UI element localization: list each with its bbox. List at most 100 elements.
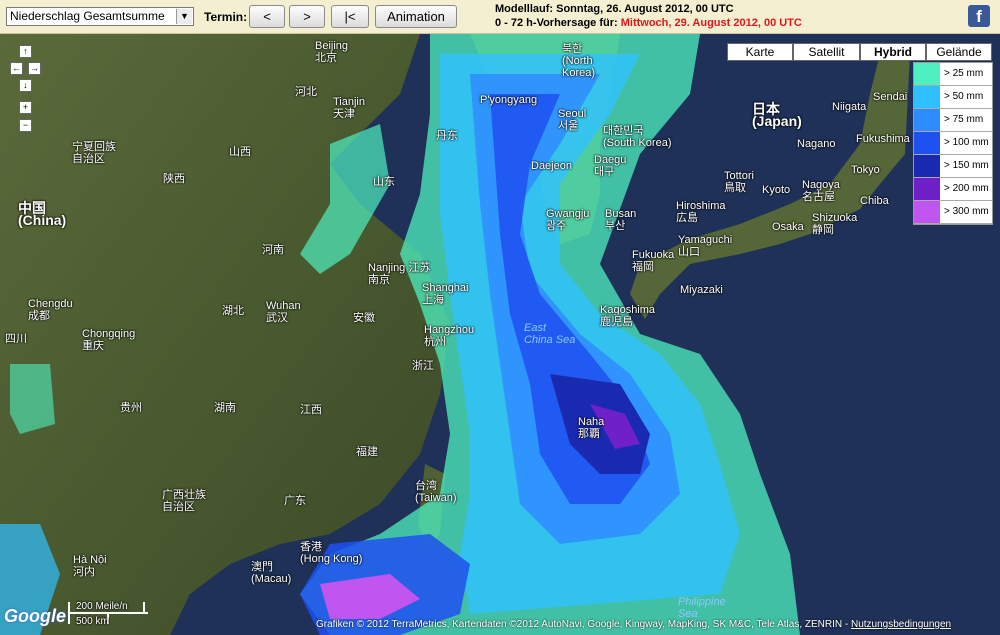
label-north-korea: 북한 (North Korea) bbox=[562, 43, 596, 79]
legend-swatch bbox=[914, 86, 940, 108]
legend-label: > 100 mm bbox=[944, 137, 989, 148]
map-type-gelande[interactable]: Gelände bbox=[926, 43, 992, 61]
label-nagano: Nagano bbox=[797, 138, 836, 150]
terms-link[interactable]: Nutzungsbedingungen bbox=[851, 619, 951, 630]
scale-miles: 200 Meile/n bbox=[76, 601, 128, 612]
label-fukushima: Fukushima bbox=[856, 133, 910, 145]
legend-label: > 25 mm bbox=[944, 68, 984, 79]
legend-row: > 200 mm bbox=[914, 178, 992, 201]
label-south-korea: 대한민국 (South Korea) bbox=[603, 125, 672, 149]
label-philippine-sea: Philippine Sea bbox=[678, 596, 726, 620]
legend-row: > 100 mm bbox=[914, 132, 992, 155]
label-shizuoka: Shizuoka 静岡 bbox=[812, 212, 858, 236]
legend-row: > 150 mm bbox=[914, 155, 992, 178]
label-chongqing: Chongqing 重庆 bbox=[82, 328, 136, 352]
legend-swatch bbox=[914, 178, 940, 200]
label-daejeon: Daejeon bbox=[531, 160, 572, 172]
legend-swatch bbox=[914, 63, 940, 85]
label-hubei: 湖北 bbox=[222, 305, 244, 317]
product-select[interactable]: Niederschlag Gesamtsumme ▼ bbox=[6, 7, 194, 26]
top-toolbar: Niederschlag Gesamtsumme ▼ Termin: < > |… bbox=[0, 0, 1000, 34]
previous-button[interactable]: < bbox=[249, 5, 285, 28]
next-button[interactable]: > bbox=[289, 5, 325, 28]
copyright-text: Grafiken © 2012 TerraMetrics, Kartendate… bbox=[316, 619, 951, 630]
label-miyazaki: Miyazaki bbox=[680, 284, 723, 296]
label-tottori: Tottori 鳥取 bbox=[724, 170, 754, 194]
forecast-text: 0 - 72 h-Vorhersage für: Mittwoch, 29. A… bbox=[495, 17, 802, 29]
scale-km: 500 km bbox=[76, 616, 109, 627]
label-japan: 日本 (Japan) bbox=[752, 101, 802, 129]
label-tokyo: Tokyo bbox=[851, 164, 880, 176]
forecast-prefix: 0 - 72 h-Vorhersage für: bbox=[495, 17, 621, 29]
zoom-out-button[interactable]: − bbox=[19, 119, 32, 132]
map-type-hybrid[interactable]: Hybrid bbox=[860, 43, 926, 61]
copyright-label: Grafiken © 2012 TerraMetrics, Kartendate… bbox=[316, 619, 851, 630]
label-chengdu: Chengdu 成都 bbox=[28, 298, 73, 322]
label-sendai: Sendai bbox=[873, 91, 908, 103]
label-hebei: 河北 bbox=[295, 86, 317, 98]
label-hongkong: 香港 (Hong Kong) bbox=[300, 541, 363, 565]
zoom-in-button[interactable]: + bbox=[19, 101, 32, 114]
legend-label: > 200 mm bbox=[944, 183, 989, 194]
pan-right-button[interactable]: → bbox=[28, 62, 41, 75]
label-seoul: Seoul 서울 bbox=[558, 108, 587, 132]
map-background bbox=[0, 34, 1000, 635]
legend-swatch bbox=[914, 155, 940, 177]
precip-left bbox=[10, 364, 55, 434]
label-jiangxi: 江西 bbox=[300, 404, 322, 416]
legend-label: > 150 mm bbox=[944, 160, 989, 171]
label-hunan: 湖南 bbox=[214, 402, 236, 414]
pan-left-button[interactable]: ← bbox=[10, 62, 23, 75]
pan-down-button[interactable]: ↓ bbox=[19, 79, 32, 92]
legend-row: > 25 mm bbox=[914, 63, 992, 86]
first-button[interactable]: |< bbox=[331, 5, 369, 28]
label-ningxia: 宁夏回族 自治区 bbox=[72, 141, 116, 165]
legend-swatch bbox=[914, 109, 940, 131]
model-run-text: Modelllauf: Sonntag, 26. August 2012, 00… bbox=[495, 3, 734, 15]
chevron-down-icon[interactable]: ▼ bbox=[176, 9, 192, 24]
label-kyoto: Kyoto bbox=[762, 184, 791, 196]
label-china: 中国 (China) bbox=[18, 200, 67, 228]
label-naha: Naha 那覇 bbox=[578, 416, 605, 440]
legend-swatch bbox=[914, 201, 940, 223]
label-hangzhou: Hangzhou 杭州 bbox=[424, 324, 475, 348]
label-zhejiang: 浙江 bbox=[412, 360, 434, 372]
label-shanghai: Shanghai 上海 bbox=[422, 282, 469, 306]
google-logo-text: Google bbox=[4, 606, 66, 626]
facebook-icon[interactable]: f bbox=[968, 5, 990, 27]
label-daegu: Daegu 대구 bbox=[594, 154, 627, 178]
label-nanjing: Nanjing 江苏 南京 bbox=[368, 262, 431, 286]
label-tianjin: Tianjin 天津 bbox=[333, 96, 365, 120]
label-shandong: 山东 bbox=[373, 176, 395, 188]
label-anhui: 安徽 bbox=[353, 312, 375, 324]
label-beijing: Beijing 北京 bbox=[315, 40, 349, 64]
label-guangxi: 广西壮族 自治区 bbox=[162, 489, 206, 513]
label-kagoshima: Kagoshima 鹿児島 bbox=[600, 304, 656, 328]
label-pyongyang: P'yongyang bbox=[480, 94, 538, 106]
map-area[interactable]: Beijing 北京 Tianjin 天津 河北 宁夏回族 自治区 山西 陕西 中国(… bbox=[0, 34, 1000, 635]
animation-button[interactable]: Animation bbox=[375, 5, 457, 28]
label-sichuan: 四川 bbox=[5, 333, 27, 345]
legend-label: > 50 mm bbox=[944, 91, 984, 102]
label-hanoi: Hà Nội 河内 bbox=[73, 554, 107, 578]
label-guangdong: 广东 bbox=[284, 495, 306, 507]
map-type-karte[interactable]: Karte bbox=[727, 43, 793, 61]
label-niigata: Niigata bbox=[832, 101, 867, 113]
label-shanxi: 山西 bbox=[229, 146, 251, 158]
label-macau: 澳門 (Macau) bbox=[251, 561, 292, 585]
legend-row: > 50 mm bbox=[914, 86, 992, 109]
label-osaka: Osaka bbox=[772, 221, 804, 233]
termin-label: Termin: bbox=[204, 10, 248, 24]
map-type-satellit[interactable]: Satellit bbox=[793, 43, 860, 61]
label-yamaguchi: Yamaguchi 山口 bbox=[678, 234, 733, 258]
label-dandong: 丹东 bbox=[436, 130, 458, 142]
google-logo: Google bbox=[4, 606, 66, 627]
label-hiroshima: Hiroshima 広島 bbox=[676, 200, 726, 224]
pan-up-button[interactable]: ↑ bbox=[19, 45, 32, 58]
label-shaanxi: 陕西 bbox=[163, 173, 185, 185]
legend-label: > 75 mm bbox=[944, 114, 984, 125]
legend-row: > 300 mm bbox=[914, 201, 992, 224]
label-guizhou: 贵州 bbox=[120, 402, 142, 414]
forecast-time: Mittwoch, 29. August 2012, 00 UTC bbox=[620, 17, 802, 29]
label-east-china-sea: East China Sea bbox=[524, 322, 576, 346]
